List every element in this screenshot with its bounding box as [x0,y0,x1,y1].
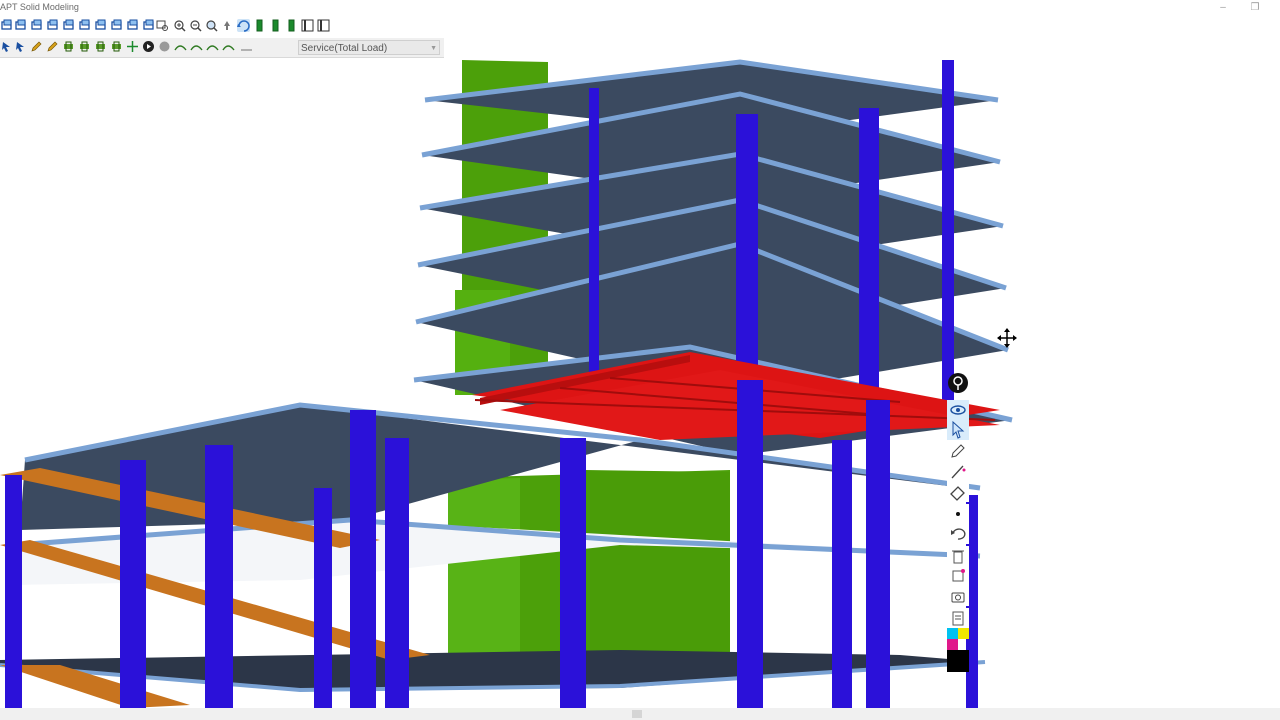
clear-icon[interactable] [947,566,969,586]
title-bar: APT Solid Modeling – ❐ [0,0,1280,16]
zoom-window-icon[interactable] [156,19,169,32]
minimize-button[interactable]: – [1208,0,1238,16]
view-icon[interactable] [126,19,139,32]
eye-icon[interactable] [947,400,969,420]
restore-button[interactable]: ❐ [1240,0,1270,16]
component-icon[interactable] [110,40,123,53]
column-icon[interactable] [269,19,282,32]
status-bar [0,708,1280,720]
view-icon[interactable] [142,19,155,32]
move-icon[interactable] [126,40,139,53]
color-swatch-icon[interactable] [947,628,969,672]
tendon-icon[interactable] [206,40,219,53]
component-icon[interactable] [62,40,75,53]
view-icon[interactable] [0,19,13,32]
select-icon[interactable] [14,40,27,53]
pan-icon[interactable] [221,19,234,32]
column-icon[interactable] [285,19,298,32]
component-icon[interactable] [78,40,91,53]
load-combination-value: Service(Total Load) [301,43,388,54]
component-icon[interactable] [94,40,107,53]
play-icon[interactable] [142,40,155,53]
load-combination-dropdown[interactable]: Service(Total Load) ▼ [298,40,440,55]
zoom-in-icon[interactable] [173,19,186,32]
zoom-extents-icon[interactable] [205,19,218,32]
display-icon[interactable] [301,19,314,32]
display-icon[interactable] [317,19,330,32]
pointer-icon[interactable] [947,420,969,440]
chevron-down-icon: ▼ [430,45,437,52]
window-title: APT Solid Modeling [0,2,79,12]
tendon-icon[interactable] [174,40,187,53]
pin-icon[interactable] [947,372,969,394]
view-icon[interactable] [30,19,43,32]
eraser-icon[interactable] [947,482,969,502]
dot-icon[interactable] [947,504,969,524]
tendon-icon[interactable] [222,40,235,53]
view-icon[interactable] [94,19,107,32]
clipboard-icon[interactable] [947,608,969,628]
model-viewport[interactable] [0,58,1280,708]
scrollbar-thumb[interactable] [632,710,642,718]
line-icon[interactable] [240,40,253,53]
select-icon[interactable] [0,40,13,53]
view-icon[interactable] [46,19,59,32]
tendon-icon[interactable] [190,40,203,53]
sphere-icon[interactable] [158,40,171,53]
trash-icon[interactable] [947,546,969,566]
edit-icon[interactable] [30,40,43,53]
zoom-out-icon[interactable] [189,19,202,32]
column-icon[interactable] [253,19,266,32]
view-toolbar [0,17,444,36]
structural-model-render [0,59,1017,708]
view-icon[interactable] [78,19,91,32]
highlighter-icon[interactable] [947,462,969,482]
rotate-icon[interactable] [237,19,250,32]
pen-icon[interactable] [947,442,969,462]
edit-icon[interactable] [46,40,59,53]
camera-icon[interactable] [947,586,969,606]
view-icon[interactable] [110,19,123,32]
view-icon[interactable] [14,19,27,32]
undo-icon[interactable] [947,524,969,544]
annotation-palette [947,372,969,672]
view-icon[interactable] [62,19,75,32]
